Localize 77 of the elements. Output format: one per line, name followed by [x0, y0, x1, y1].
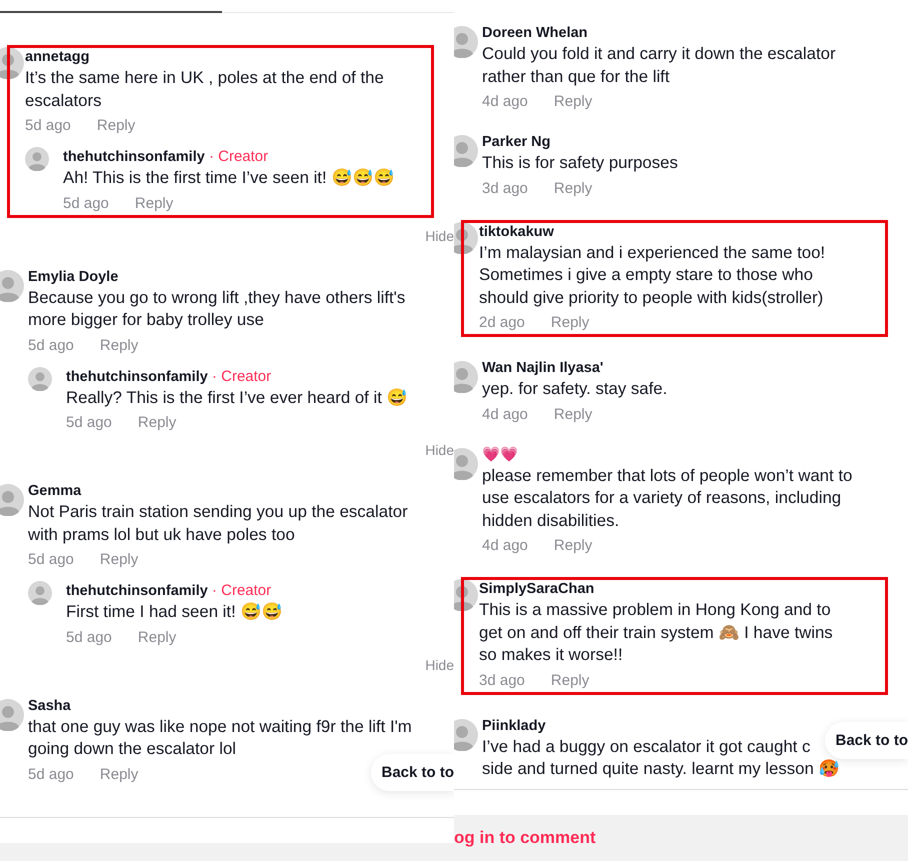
- username[interactable]: Wan Najlin Ilyasa': [482, 359, 604, 378]
- username[interactable]: Parker Ng: [482, 133, 551, 152]
- comment-text: This is for safety purposes: [482, 152, 678, 174]
- username[interactable]: tiktokakuw: [479, 222, 554, 242]
- back-to-top-button[interactable]: Back to to: [371, 754, 454, 791]
- login-link[interactable]: og in to comment: [454, 828, 596, 848]
- timestamp: 5d ago: [28, 336, 74, 354]
- reply-text: Really? This is the first I’ve ever heard of it 😅: [66, 386, 408, 408]
- avatar-icon[interactable]: [28, 581, 52, 605]
- timestamp: 5d ago: [66, 414, 112, 432]
- timestamp: 4d ago: [482, 93, 528, 111]
- avatar-icon[interactable]: [0, 698, 24, 730]
- comment-text: please remember that lots of people won’t want to use escalators for a variety of reasons, including hidden disabilities.: [482, 464, 854, 532]
- username[interactable]: thehutchinsonfamily: [66, 368, 208, 384]
- comment-text: yep. for safety. stay safe.: [482, 378, 668, 400]
- reply-link[interactable]: Reply: [138, 414, 176, 432]
- comment-text: Not Paris train station sending you up the escalator with prams lol but uk have poles too: [28, 501, 409, 546]
- creator-label: · Creator: [210, 582, 272, 599]
- timestamp: 5d ago: [28, 766, 74, 784]
- comment-text: It’s the same here in UK , poles at the end of the escalators: [25, 67, 385, 112]
- avatar-icon[interactable]: [454, 718, 478, 750]
- timestamp: 3d ago: [479, 672, 525, 690]
- reply-link[interactable]: Reply: [138, 628, 176, 646]
- reply-link[interactable]: Reply: [96, 117, 136, 135]
- back-to-top-button[interactable]: Back to to: [825, 722, 908, 759]
- username[interactable]: thehutchinsonfamily: [63, 149, 205, 165]
- hide-link[interactable]: Hide: [425, 442, 454, 458]
- avatar-icon[interactable]: [25, 147, 49, 171]
- timestamp: 5d ago: [25, 117, 71, 135]
- avatar-icon[interactable]: [454, 135, 478, 167]
- avatar-icon[interactable]: [0, 484, 24, 516]
- avatar-icon[interactable]: [0, 270, 24, 302]
- comment-text: Because you go to wrong lift ,they have others lift's more bigger for baby trolley use: [28, 286, 406, 331]
- reply-link[interactable]: Reply: [100, 551, 138, 569]
- username[interactable]: thehutchinsonfamily: [66, 583, 208, 599]
- reply-link[interactable]: Reply: [554, 180, 592, 198]
- username[interactable]: Doreen Whelan: [482, 24, 588, 43]
- username[interactable]: Emylia Doyle: [28, 268, 118, 286]
- avatar-icon[interactable]: [454, 448, 478, 480]
- avatar-icon[interactable]: [454, 361, 478, 393]
- comment-text-line: I’ve had a buggy on escalator it got caught c: [482, 736, 810, 758]
- username[interactable]: SimplySaraChan: [479, 580, 594, 599]
- timestamp: 5d ago: [63, 194, 109, 212]
- comment-text-line: side and turned quite nasty. learnt my lesson 🥵: [482, 758, 840, 780]
- comment-text: Could you fold it and carry it down the escalator rather than que for the lift: [482, 43, 837, 88]
- creator-label: · Creator: [210, 368, 272, 384]
- timestamp: 2d ago: [479, 314, 525, 332]
- username[interactable]: Gemma: [28, 482, 82, 501]
- hide-link[interactable]: Hide: [425, 656, 454, 672]
- avatar-icon[interactable]: [28, 366, 52, 390]
- reply-link[interactable]: Reply: [550, 314, 590, 332]
- reply-link[interactable]: Reply: [100, 336, 138, 354]
- username[interactable]: 💗💗: [482, 446, 518, 464]
- reply-link[interactable]: Reply: [554, 93, 592, 111]
- username[interactable]: Piinklady: [482, 716, 546, 736]
- reply-link[interactable]: Reply: [554, 537, 592, 555]
- comment-text: I’m malaysian and i experienced the same too! Sometimes i give a empty stare to those who should give priority to people with kids(stroller): [479, 242, 826, 308]
- reply-link[interactable]: Reply: [134, 194, 174, 212]
- creator-label: · Creator: [208, 148, 268, 165]
- reply-link[interactable]: Reply: [100, 766, 138, 784]
- timestamp: 5d ago: [28, 551, 74, 569]
- avatar-icon[interactable]: [454, 26, 478, 58]
- reply-text: First time I had seen it! 😅😅: [66, 601, 282, 623]
- avatar-icon[interactable]: [454, 222, 478, 254]
- avatar-icon[interactable]: [454, 579, 478, 611]
- timestamp: 4d ago: [482, 406, 528, 424]
- timestamp: 4d ago: [482, 537, 528, 555]
- username[interactable]: Sasha: [28, 696, 71, 716]
- username[interactable]: annetagg: [25, 48, 90, 67]
- reply-text: Ah! This is the first time I’ve seen it! 😅😅😅: [63, 167, 394, 189]
- reply-link[interactable]: Reply: [550, 672, 590, 690]
- avatar-icon[interactable]: [0, 47, 24, 79]
- timestamp: 3d ago: [482, 180, 528, 198]
- timestamp: 5d ago: [66, 628, 112, 646]
- reply-link[interactable]: Reply: [554, 406, 592, 424]
- hide-link[interactable]: Hide: [425, 228, 454, 244]
- comment-text: This is a massive problem in Hong Kong and to get on and off their train system 🙈 I have twins so makes it worse!!: [479, 599, 834, 666]
